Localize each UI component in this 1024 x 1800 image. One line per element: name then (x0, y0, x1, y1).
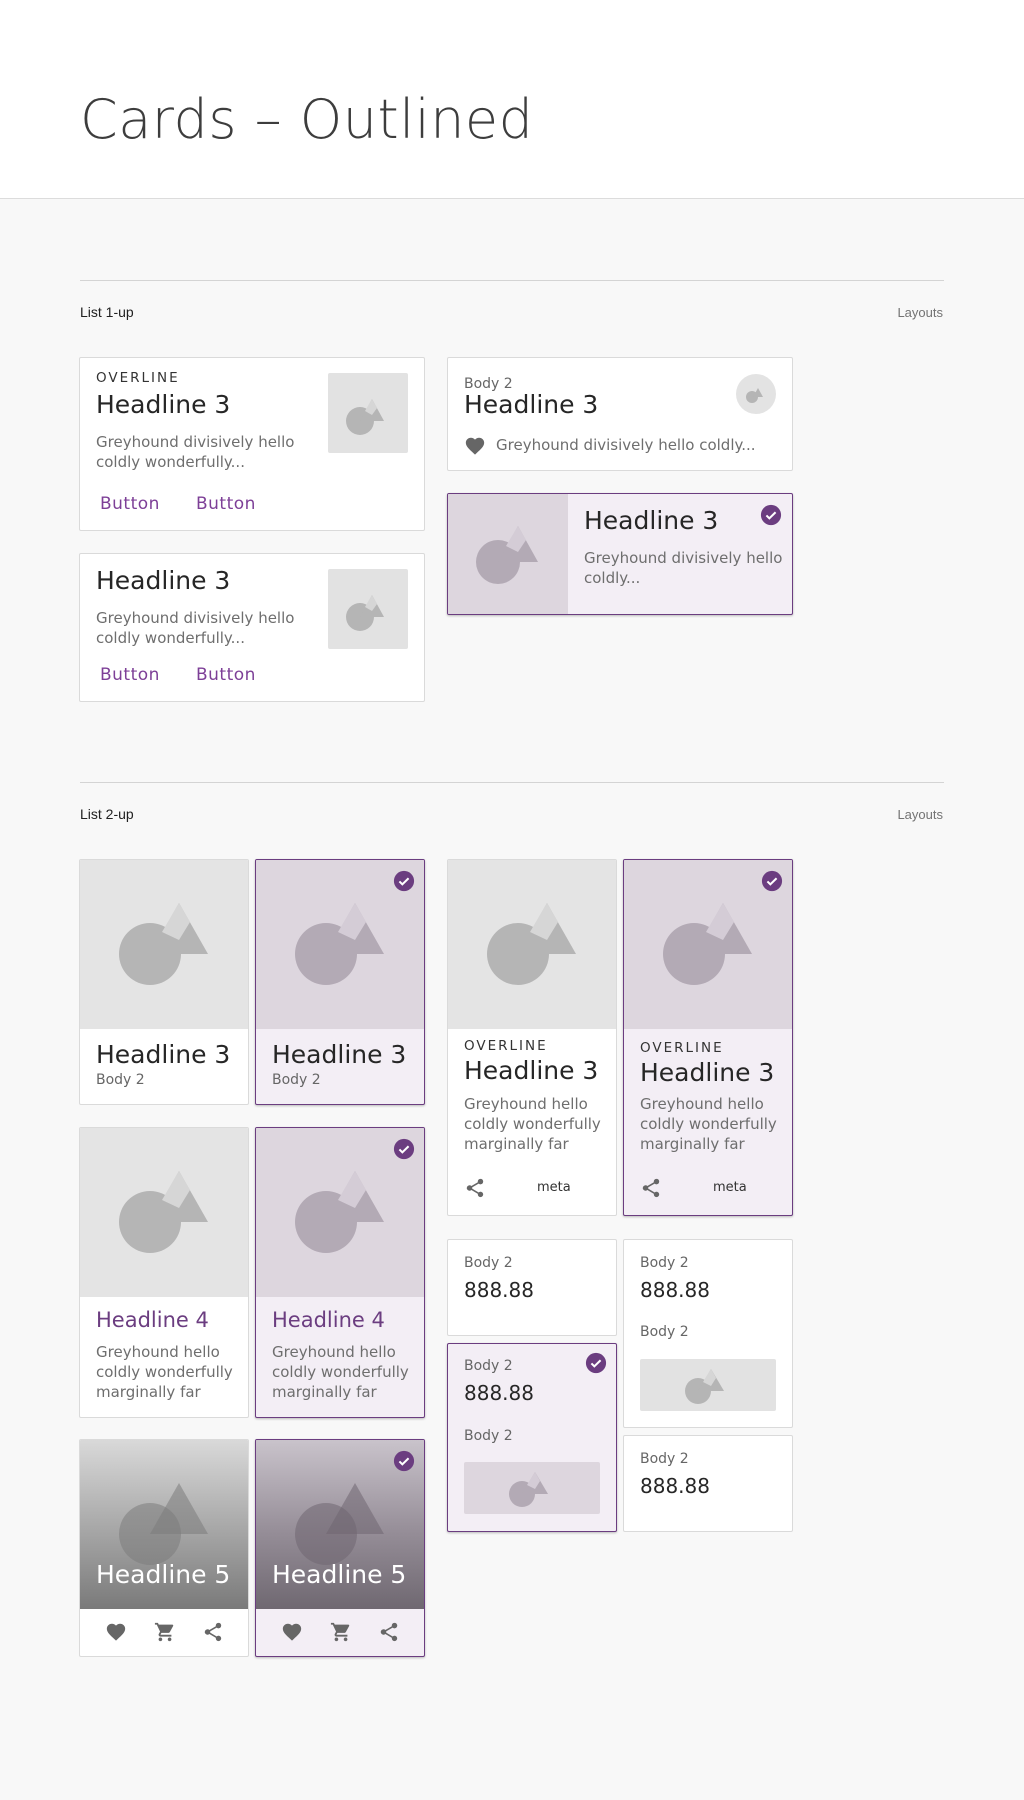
cart-icon[interactable] (154, 1621, 176, 1643)
stat-value: 888.88 (640, 1474, 710, 1498)
shapes-placeholder-icon (746, 388, 763, 403)
headline: Headline 5 (272, 1560, 407, 1589)
stat-value: 888.88 (464, 1278, 534, 1302)
card-button-1[interactable]: Button (100, 494, 160, 514)
page-header: Cards – Outlined (0, 0, 1024, 199)
layouts-link[interactable]: Layouts (897, 305, 943, 320)
card-button-2[interactable]: Button (196, 665, 256, 685)
heart-icon[interactable] (464, 435, 486, 457)
card-list-1up-selected[interactable]: Headline 3 Greyhound divisively hello co… (447, 493, 793, 615)
card-stat[interactable]: Body 2 888.88 Body 2 (623, 1239, 793, 1428)
section-title-list-2-up: List 2-up (80, 806, 134, 822)
section-divider (80, 782, 944, 783)
body-text: Greyhound hello coldly wonderfully margi… (464, 1095, 601, 1153)
body-text: Greyhound hello coldly wonderfully margi… (96, 1343, 233, 1401)
share-icon[interactable] (464, 1177, 486, 1199)
shapes-placeholder-icon (685, 1369, 724, 1404)
media-image (640, 1359, 776, 1411)
check-circle-icon (393, 1450, 415, 1472)
card-button-1[interactable]: Button (100, 665, 160, 685)
layouts-link[interactable]: Layouts (897, 807, 943, 822)
headline: Headline 3 (96, 566, 231, 595)
page-title: Cards – Outlined (80, 88, 534, 151)
card-media-grid-selected[interactable]: Headline 3 Body 2 (255, 859, 425, 1105)
body-text: Greyhound hello coldly wonderfully margi… (272, 1343, 409, 1401)
card-stat-selected[interactable]: Body 2 888.88 Body 2 (447, 1343, 617, 1532)
card-media-rich-selected[interactable]: OVERLINE Headline 3 Greyhound hello cold… (623, 859, 793, 1216)
headline: Headline 4 (272, 1308, 385, 1332)
stat-label: Body 2 (464, 1358, 513, 1374)
stat-value: 888.88 (464, 1381, 534, 1405)
body-text: Greyhound hello coldly wonderfully margi… (640, 1095, 777, 1153)
headline: Headline 3 (640, 1058, 775, 1087)
meta-text: meta (537, 1180, 571, 1195)
stat-value: 888.88 (640, 1278, 710, 1302)
meta-text: meta (713, 1180, 747, 1195)
card-media-rich[interactable]: OVERLINE Headline 3 Greyhound hello cold… (447, 859, 617, 1216)
thumbnail-image (328, 569, 408, 649)
body-text: Greyhound divisively hello coldly... (584, 549, 783, 587)
card-media-grid[interactable]: Headline 3 Body 2 (79, 859, 249, 1105)
shapes-placeholder-icon (487, 903, 576, 985)
card-media-grid-selected[interactable]: Headline 4 Greyhound hello coldly wonder… (255, 1127, 425, 1418)
check-circle-icon (760, 504, 782, 526)
media-image (80, 860, 248, 1029)
overline: OVERLINE (640, 1040, 724, 1056)
section-divider (80, 280, 944, 281)
thumbnail-image (328, 373, 408, 453)
media-image (448, 860, 616, 1029)
card-list-1up[interactable]: Headline 3 Greyhound divisively hello co… (79, 553, 425, 702)
check-circle-icon (761, 870, 783, 892)
share-icon[interactable] (640, 1177, 662, 1199)
media-image (448, 494, 568, 614)
headline: Headline 3 (96, 390, 231, 419)
headline: Headline 3 (96, 1040, 231, 1069)
card-media-overlay[interactable]: Headline 5 (79, 1439, 249, 1657)
stat-label: Body 2 (640, 1451, 689, 1467)
headline: Headline 3 (584, 506, 719, 535)
card-stat[interactable]: Body 2 888.88 (623, 1435, 793, 1532)
headline: Headline 3 (464, 1056, 599, 1085)
check-circle-icon (585, 1352, 607, 1374)
heart-icon[interactable] (105, 1621, 127, 1643)
stat-label-secondary: Body 2 (640, 1324, 689, 1340)
shapes-placeholder-icon (509, 1472, 548, 1507)
overline: OVERLINE (96, 370, 180, 386)
overline: OVERLINE (464, 1038, 548, 1054)
body-text: Greyhound divisively hello coldly wonder… (96, 433, 295, 471)
stat-label: Body 2 (464, 1255, 513, 1271)
share-icon[interactable] (202, 1621, 224, 1643)
body-text: Greyhound divisively hello coldly wonder… (96, 609, 295, 647)
headline: Headline 4 (96, 1308, 209, 1332)
headline: Headline 5 (96, 1560, 231, 1589)
body-text: Body 2 (96, 1072, 145, 1088)
shapes-placeholder-icon (119, 1171, 208, 1253)
section-title-list-1-up: List 1-up (80, 304, 134, 320)
stat-label-secondary: Body 2 (464, 1428, 513, 1444)
shapes-placeholder-icon (346, 399, 384, 435)
card-media-grid[interactable]: Headline 4 Greyhound hello coldly wonder… (79, 1127, 249, 1418)
card-button-2[interactable]: Button (196, 494, 256, 514)
heart-icon[interactable] (281, 1621, 303, 1643)
check-circle-icon (393, 870, 415, 892)
media-image (80, 1128, 248, 1297)
body-text: Body 2 (272, 1072, 321, 1088)
shapes-placeholder-icon (476, 526, 538, 584)
shapes-placeholder-icon (346, 595, 384, 631)
media-image (464, 1462, 600, 1514)
headline: Headline 3 (464, 390, 599, 419)
shapes-placeholder-icon (119, 903, 208, 985)
body-text: Greyhound divisively hello coldly... (496, 436, 756, 454)
card-list-1up[interactable]: Body 2 Headline 3 Greyhound divisively h… (447, 357, 793, 471)
card-list-1up[interactable]: OVERLINE Headline 3 Greyhound divisively… (79, 357, 425, 531)
cart-icon[interactable] (330, 1621, 352, 1643)
check-circle-icon (393, 1138, 415, 1160)
card-media-overlay-selected[interactable]: Headline 5 (255, 1439, 425, 1657)
share-icon[interactable] (378, 1621, 400, 1643)
card-stat[interactable]: Body 2 888.88 (447, 1239, 617, 1336)
headline: Headline 3 (272, 1040, 407, 1069)
stat-label: Body 2 (640, 1255, 689, 1271)
avatar (736, 374, 776, 414)
